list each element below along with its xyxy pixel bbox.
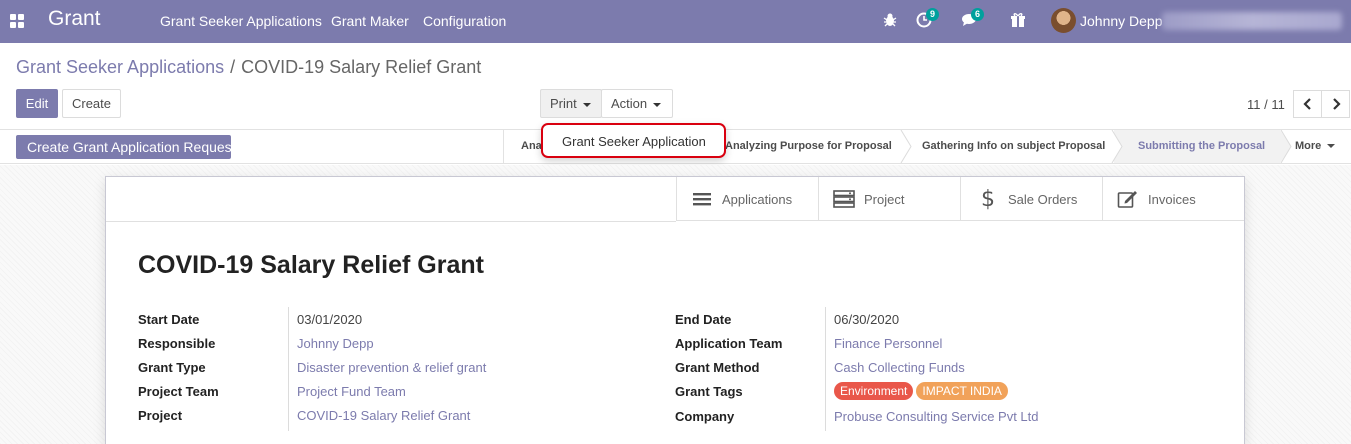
sale-orders-smart-button[interactable]: $ Sale Orders <box>960 177 1102 221</box>
user-name[interactable]: Johnny Depp <box>1080 13 1163 29</box>
create-grant-application-request-button[interactable]: Create Grant Application Request <box>16 135 236 159</box>
field-label-start-date: Start Date <box>138 312 200 327</box>
field-label-project-team: Project Team <box>138 384 219 399</box>
breadcrumb-parent[interactable]: Grant Seeker Applications <box>16 57 224 77</box>
breadcrumb: Grant Seeker Applications / COVID-19 Salar… <box>16 57 481 78</box>
tag-badge[interactable]: IMPACT INDIA <box>916 382 1008 400</box>
print-label: Print <box>550 96 577 111</box>
pager-next-button[interactable] <box>1321 90 1350 118</box>
stage-item[interactable]: Gathering Info on subject Proposal <box>922 130 1105 163</box>
menu-grant-seeker-applications[interactable]: Grant Seeker Applications <box>160 13 322 29</box>
print-dropdown-button[interactable]: Print <box>540 89 602 118</box>
action-label: Action <box>611 96 648 111</box>
stage-arrow-icon <box>900 130 912 163</box>
edit-icon <box>1117 188 1139 210</box>
bug-icon[interactable] <box>882 10 902 30</box>
field-application-team[interactable]: Finance Personnel <box>834 336 942 351</box>
stage-more-button[interactable]: More <box>1295 130 1336 163</box>
column-separator <box>288 307 289 431</box>
menu-grant-maker[interactable]: Grant Maker <box>331 13 409 29</box>
stage-arrow-icon <box>1111 130 1123 163</box>
create-button[interactable]: Create <box>62 89 121 118</box>
sheet-divider <box>106 221 676 222</box>
activity-clock-icon[interactable]: 9 <box>916 8 939 30</box>
field-project[interactable]: COVID-19 Salary Relief Grant <box>297 408 470 423</box>
tag-badge[interactable]: Environment <box>834 382 914 400</box>
stage-more-label: More <box>1295 140 1322 152</box>
menu-configuration[interactable]: Configuration <box>423 13 506 29</box>
action-dropdown-button[interactable]: Action <box>601 89 673 118</box>
top-navbar: Grant Grant Seeker Applications Grant Ma… <box>0 0 1351 43</box>
edit-button[interactable]: Edit <box>16 89 58 118</box>
stage-item[interactable]: Analyzing Purpose for Proposal <box>725 130 892 163</box>
app-brand[interactable]: Grant <box>48 7 101 31</box>
form-sheet: Applications Project $ Sale Orders Invoi… <box>105 176 1245 444</box>
stage-item[interactable]: Ana <box>521 130 542 163</box>
stage-arrow-icon <box>1280 130 1292 163</box>
project-smart-button[interactable]: Project <box>818 177 960 221</box>
list-icon <box>691 188 713 210</box>
invoices-smart-button[interactable]: Invoices <box>1102 177 1244 221</box>
field-company[interactable]: Probuse Consulting Service Pvt Ltd <box>834 409 1039 424</box>
project-label: Project <box>864 191 905 207</box>
field-label-grant-type: Grant Type <box>138 360 206 375</box>
breadcrumb-separator: / <box>230 57 236 77</box>
field-grant-type[interactable]: Disaster prevention & relief grant <box>297 360 486 375</box>
chevron-right-icon <box>1332 98 1341 110</box>
activity-count-badge: 9 <box>926 8 939 21</box>
pager-value[interactable]: 11 / 11 <box>1247 97 1285 112</box>
apps-menu-icon[interactable] <box>10 14 24 28</box>
messages-icon[interactable]: 6 <box>961 8 984 30</box>
field-label-end-date: End Date <box>675 312 732 327</box>
messages-count-badge: 6 <box>971 8 984 21</box>
pager-previous-button[interactable] <box>1293 90 1322 118</box>
user-avatar[interactable] <box>1051 8 1076 33</box>
gift-icon[interactable] <box>1010 10 1030 30</box>
print-dropdown-menu: Grant Seeker Application <box>541 123 726 158</box>
field-label-application-team: Application Team <box>675 336 783 351</box>
field-grant-method[interactable]: Cash Collecting Funds <box>834 360 965 375</box>
applications-smart-button[interactable]: Applications <box>676 177 818 221</box>
field-responsible[interactable]: Johnny Depp <box>297 336 374 351</box>
invoices-label: Invoices <box>1148 191 1196 207</box>
smart-button-box: Applications Project $ Sale Orders Invoi… <box>676 177 1244 221</box>
field-label-grant-method: Grant Method <box>675 360 760 375</box>
column-separator <box>825 307 826 431</box>
blurred-company-name <box>1162 12 1342 30</box>
caret-down-icon <box>582 102 591 107</box>
field-start-date[interactable]: 03/01/2020 <box>297 312 362 327</box>
caret-down-icon <box>653 102 662 107</box>
breadcrumb-current: COVID-19 Salary Relief Grant <box>241 57 482 77</box>
print-grant-seeker-application-item[interactable]: Grant Seeker Application <box>562 134 706 149</box>
stage-item-active[interactable]: Submitting the Proposal <box>1114 130 1280 163</box>
applications-label: Applications <box>722 191 793 207</box>
caret-down-icon <box>1327 144 1336 149</box>
server-icon <box>833 188 855 210</box>
sale-orders-label: Sale Orders <box>1008 191 1078 207</box>
field-grant-tags[interactable]: Environment IMPACT INDIA <box>834 382 1011 400</box>
field-end-date[interactable]: 06/30/2020 <box>834 312 899 327</box>
field-label-responsible: Responsible <box>138 336 216 351</box>
dollar-icon: $ <box>981 186 995 212</box>
field-label-company: Company <box>675 409 735 424</box>
field-project-team[interactable]: Project Fund Team <box>297 384 406 399</box>
field-label-project: Project <box>138 408 183 423</box>
record-title: COVID-19 Salary Relief Grant <box>138 251 484 279</box>
chevron-left-icon <box>1302 98 1311 110</box>
field-label-grant-tags: Grant Tags <box>675 384 743 399</box>
